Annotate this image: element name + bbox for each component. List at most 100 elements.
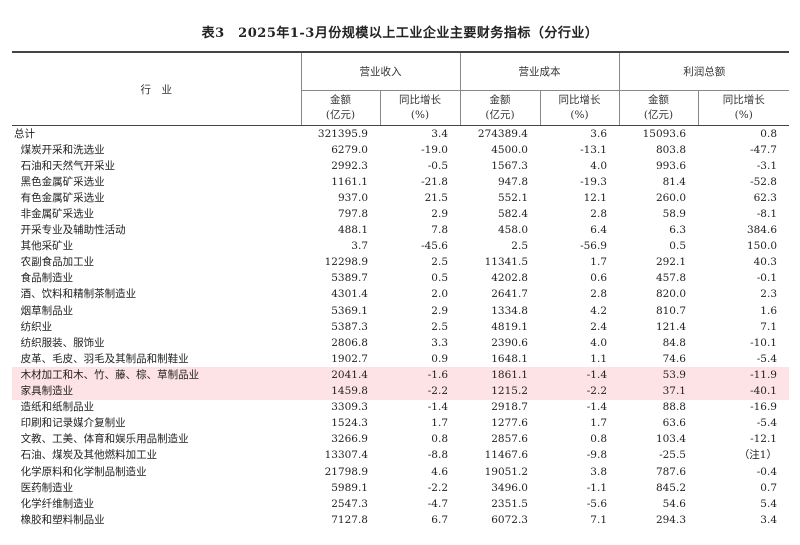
profit-amount-cell: 292.1 (655, 256, 686, 269)
revenue-growth-cell: -45.6 (421, 240, 448, 253)
profit-growth-cell: -11.9 (698, 367, 789, 384)
profit-amount-cell: 993.6 (655, 159, 686, 172)
cost-amount-cell: 4202.8 (491, 272, 528, 285)
table-header: 行 业 营业收入 营业成本 利润总额 金额 (亿元) 同比增长 (%) 金额 (亿元)… (12, 51, 789, 126)
table-row: 农副食品加工业 12298.9 2.5 11341.5 1.7 292.1 40.3 (12, 255, 789, 271)
revenue-growth-cell: 2.9 (431, 208, 448, 221)
revenue-amount-header: 金额 (亿元) (300, 90, 380, 126)
profit-header: 利润总额 (618, 51, 789, 91)
revenue-growth-cell: 2.5 (431, 320, 448, 333)
table-row: 开采专业及辅助性活动 488.1 7.8 458.0 6.4 6.3 384.6 (12, 223, 789, 239)
revenue-growth-header: 同比增长 (%) (379, 90, 460, 126)
profit-growth-cell: 62.3 (753, 191, 777, 204)
revenue-amount-cell: 1524.3 (331, 417, 368, 430)
industry-name-cell: 纺织业 (14, 320, 53, 333)
revenue-growth-cell: 0.5 (431, 272, 448, 285)
industry-name-cell: 石油、煤炭及其他燃料加工业 (14, 449, 158, 462)
table-row: 医药制造业 5989.1 -2.2 3496.0 -1.1 845.2 0.7 (12, 480, 789, 496)
profit-growth-cell: -40.1 (698, 383, 789, 400)
industry-name-cell: 橡胶和塑料制品业 (14, 513, 105, 526)
cost-growth-cell: 0.8 (590, 433, 607, 446)
profit-amount-header: 金额 (亿元) (618, 90, 698, 126)
profit-growth-cell: 150.0 (746, 240, 777, 253)
profit-amount-cell: 457.8 (655, 272, 686, 285)
revenue-amount-cell: 5389.7 (331, 272, 368, 285)
table-row: 非金属矿采选业 797.8 2.9 582.4 2.8 58.9 -8.1 (12, 206, 789, 222)
revenue-growth-cell: -2.2 (427, 481, 448, 494)
revenue-amount-cell: 5369.1 (331, 304, 368, 317)
cost-amount-cell: 582.4 (497, 208, 528, 221)
cost-amount-cell: 1648.1 (491, 352, 528, 365)
cost-growth-cell: 0.6 (590, 272, 607, 285)
profit-amount-cell: 810.7 (655, 304, 686, 317)
profit-growth-cell: 2.3 (760, 288, 777, 301)
table-row: 总计 321395.9 3.4 274389.4 3.6 15093.6 0.8 (12, 126, 789, 143)
industry-header: 行 业 (12, 51, 301, 126)
table-title: 表3 2025年1-3月份规模以上工业企业主要财务指标（分行业） (201, 26, 599, 41)
cost-growth-cell: -1.1 (586, 481, 607, 494)
industry-name-cell: 其他采矿业 (14, 240, 74, 253)
cost-amount-cell: 11341.5 (484, 256, 528, 269)
cost-amount-cell: 1277.6 (491, 417, 528, 430)
profit-growth-cell: 40.3 (753, 256, 777, 269)
cost-amount-cell: 2390.6 (491, 336, 528, 349)
cost-amount-cell: 3496.0 (491, 481, 528, 494)
industry-name-cell: 总计 (14, 127, 35, 140)
revenue-amount-cell: 5989.1 (331, 481, 368, 494)
revenue-growth-cell: -1.6 (380, 367, 460, 384)
revenue-growth-cell: 7.8 (431, 224, 448, 237)
table-row: 木材加工和木、竹、藤、棕、草制品业 2041.4 -1.6 1861.1 -1.4 53.… (12, 367, 789, 384)
revenue-amount-cell: 2041.4 (301, 367, 380, 384)
cost-amount-cell: 6072.3 (491, 513, 528, 526)
cost-growth-cell: 7.1 (590, 513, 607, 526)
industry-name-cell: 煤炭开采和洗选业 (14, 143, 105, 156)
profit-amount-cell: 37.1 (619, 383, 698, 400)
cost-amount-cell: 274389.4 (477, 127, 528, 140)
profit-growth-header: 同比增长 (%) (697, 90, 789, 126)
industry-name-cell: 黑色金属矿采选业 (14, 175, 105, 188)
revenue-amount-cell: 488.1 (337, 224, 368, 237)
cost-growth-cell: -19.3 (580, 175, 607, 188)
cost-amount-cell: 2918.7 (491, 401, 528, 414)
table-row: 纺织业 5387.3 2.5 4819.1 2.4 121.4 7.1 (12, 319, 789, 335)
profit-amount-cell: 88.8 (662, 401, 686, 414)
profit-amount-cell: 53.9 (619, 367, 698, 384)
table-row: 烟草制品业 5369.1 2.9 1334.8 4.2 810.7 1.6 (12, 303, 789, 319)
cost-amount-cell: 1334.8 (491, 304, 528, 317)
cost-growth-cell: -1.4 (586, 401, 607, 414)
industry-name-cell: 食品制造业 (14, 272, 74, 285)
cost-amount-cell: 4500.0 (491, 143, 528, 156)
revenue-growth-cell: -2.2 (380, 383, 460, 400)
profit-growth-cell: -0.4 (756, 465, 777, 478)
profit-growth-cell: -5.4 (756, 352, 777, 365)
cost-amount-cell: 1567.3 (491, 159, 528, 172)
cost-amount-cell: 947.8 (497, 175, 528, 188)
table-row: 造纸和纸制品业 3309.3 -1.4 2918.7 -1.4 88.8 -16.9 (12, 400, 789, 416)
cost-amount-cell: 552.1 (497, 191, 528, 204)
table-row: 纺织服装、服饰业 2806.8 3.3 2390.6 4.0 84.8 -10.1 (12, 335, 789, 351)
profit-amount-cell: 84.8 (662, 336, 686, 349)
revenue-growth-cell: 4.6 (431, 465, 448, 478)
revenue-amount-cell: 321395.9 (317, 127, 368, 140)
revenue-amount-cell: 12298.9 (324, 256, 368, 269)
industry-name-cell: 酒、饮料和精制茶制造业 (14, 288, 137, 301)
profit-growth-cell: -3.1 (756, 159, 777, 172)
revenue-growth-cell: 21.5 (424, 191, 448, 204)
profit-amount-cell: 121.4 (655, 320, 686, 333)
cost-growth-cell: -56.9 (580, 240, 607, 253)
cost-growth-header: 同比增长 (%) (539, 90, 619, 126)
industry-name-cell: 石油和天然气开采业 (14, 159, 116, 172)
profit-growth-cell: -5.4 (756, 417, 777, 430)
profit-growth-cell: 0.8 (760, 127, 777, 140)
profit-amount-cell: 54.6 (662, 497, 686, 510)
profit-amount-cell: 787.6 (655, 465, 686, 478)
industry-name-cell: 烟草制品业 (14, 304, 74, 317)
profit-amount-cell: 15093.6 (642, 127, 686, 140)
cost-growth-cell: 3.8 (590, 465, 607, 478)
profit-amount-cell: 260.0 (655, 191, 686, 204)
revenue-growth-cell: 1.7 (431, 417, 448, 430)
cost-growth-cell: -13.1 (580, 143, 607, 156)
profit-amount-cell: 58.9 (662, 208, 686, 221)
revenue-header: 营业收入 (300, 51, 460, 91)
profit-growth-cell: 7.1 (760, 320, 777, 333)
